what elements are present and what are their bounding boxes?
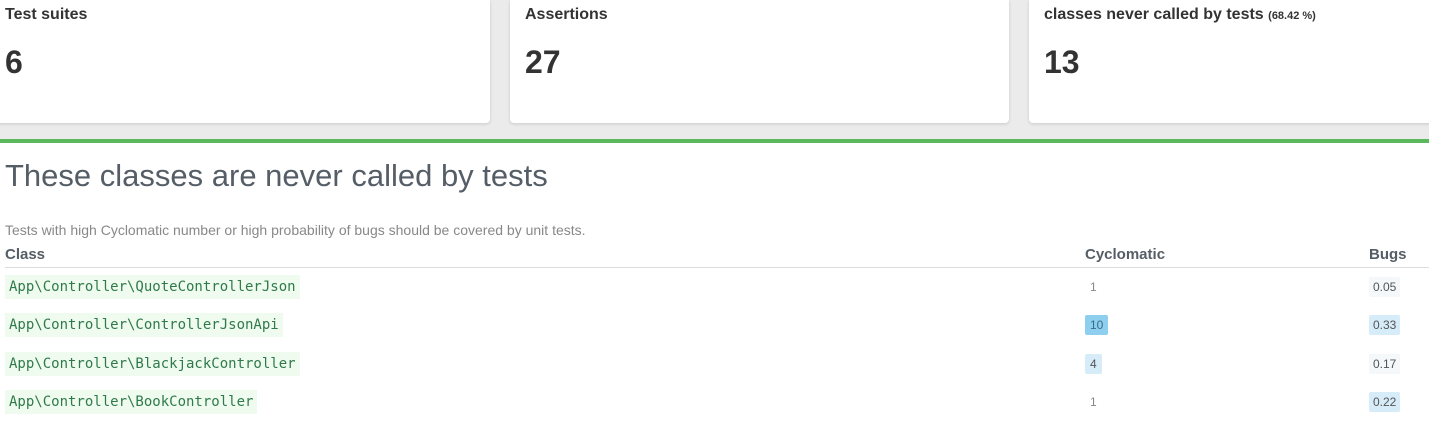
card-test-suites: Test suites 6 bbox=[0, 0, 490, 123]
cyclomatic-value: 1 bbox=[1090, 280, 1097, 294]
table-row: App\Controller\QuoteControllerJson 1 0.0… bbox=[0, 268, 1429, 306]
class-name: App\Controller\BlackjackController bbox=[5, 352, 300, 376]
section-heading: These classes are never called by tests bbox=[5, 158, 548, 193]
column-header-cyclomatic[interactable]: Cyclomatic bbox=[1085, 246, 1165, 263]
section-divider bbox=[0, 139, 1429, 143]
card-title: Assertions bbox=[525, 6, 608, 23]
bugs-value: 0.22 bbox=[1369, 392, 1401, 412]
bugs-value: 0.33 bbox=[1369, 315, 1401, 335]
column-header-bugs[interactable]: Bugs bbox=[1369, 246, 1407, 263]
table-row: App\Controller\BookController 1 0.22 bbox=[0, 383, 1429, 421]
card-assertions: Assertions 27 bbox=[510, 0, 1009, 123]
cyclomatic-value: 10 bbox=[1085, 315, 1109, 335]
cyclomatic-value: 1 bbox=[1090, 395, 1097, 409]
card-title-percent: (68.42 %) bbox=[1268, 10, 1316, 22]
card-title-text: classes never called by tests bbox=[1044, 6, 1264, 23]
bugs-value: 0.05 bbox=[1369, 277, 1401, 297]
class-name: App\Controller\ControllerJsonApi bbox=[5, 313, 283, 337]
class-name: App\Controller\QuoteControllerJson bbox=[5, 275, 300, 299]
card-classes-never-called: classes never called by tests (68.42 %) … bbox=[1029, 0, 1429, 123]
table-row: App\Controller\ControllerJsonApi 10 0.33 bbox=[0, 306, 1429, 344]
column-header-class[interactable]: Class bbox=[5, 246, 45, 263]
card-title: classes never called by tests (68.42 %) bbox=[1044, 6, 1316, 24]
cyclomatic-value: 4 bbox=[1085, 354, 1102, 374]
class-name: App\Controller\BookController bbox=[5, 390, 258, 414]
card-value: 6 bbox=[5, 44, 23, 80]
bugs-value: 0.17 bbox=[1369, 354, 1401, 374]
card-value: 27 bbox=[525, 44, 561, 80]
section-description: Tests with high Cyclomatic number or hig… bbox=[5, 222, 586, 238]
card-title: Test suites bbox=[5, 6, 88, 23]
table-row: App\Controller\BlackjackController 4 0.1… bbox=[0, 345, 1429, 383]
card-value: 13 bbox=[1044, 44, 1080, 80]
